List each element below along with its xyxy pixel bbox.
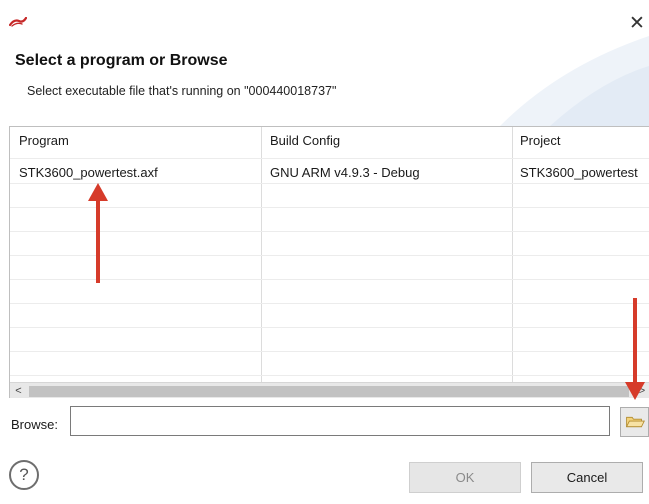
row-separator <box>10 303 649 304</box>
cancel-button[interactable]: Cancel <box>531 462 643 493</box>
program-table: Program Build Config Project STK3600_pow… <box>9 126 649 398</box>
column-header-project[interactable]: Project <box>520 133 560 148</box>
header-description: Select executable file that's running on… <box>27 84 337 98</box>
row-separator <box>10 375 649 376</box>
app-logo-icon <box>9 17 27 27</box>
row-separator <box>10 183 649 184</box>
row-separator <box>10 327 649 328</box>
browse-folder-button[interactable] <box>620 407 649 437</box>
horizontal-scrollbar[interactable]: < > <box>10 382 649 398</box>
folder-open-icon <box>625 416 645 428</box>
scroll-left-arrow[interactable]: < <box>10 383 27 398</box>
ok-button[interactable]: OK <box>409 462 521 493</box>
scrollbar-thumb[interactable] <box>29 386 629 397</box>
row-separator <box>10 231 649 232</box>
column-header-build-config[interactable]: Build Config <box>270 133 340 148</box>
row-separator <box>10 207 649 208</box>
column-header-program[interactable]: Program <box>19 133 69 148</box>
table-cell-program: STK3600_powertest.axf <box>19 165 158 180</box>
browse-label: Browse: <box>11 417 58 432</box>
table-row[interactable]: STK3600_powertest.axf GNU ARM v4.9.3 - D… <box>10 159 649 183</box>
table-cell-build-config: GNU ARM v4.9.3 - Debug <box>270 165 420 180</box>
help-button[interactable]: ? <box>9 460 39 490</box>
header-banner-graphic <box>500 36 649 126</box>
row-separator <box>10 351 649 352</box>
table-cell-project: STK3600_powertest <box>520 165 638 180</box>
browse-path-input[interactable] <box>70 406 610 436</box>
row-separator <box>10 279 649 280</box>
select-program-dialog: ✕ Select a program or Browse Select exec… <box>0 0 649 504</box>
row-separator <box>10 255 649 256</box>
scroll-right-arrow[interactable]: > <box>634 383 649 398</box>
header-title: Select a program or Browse <box>15 52 228 69</box>
